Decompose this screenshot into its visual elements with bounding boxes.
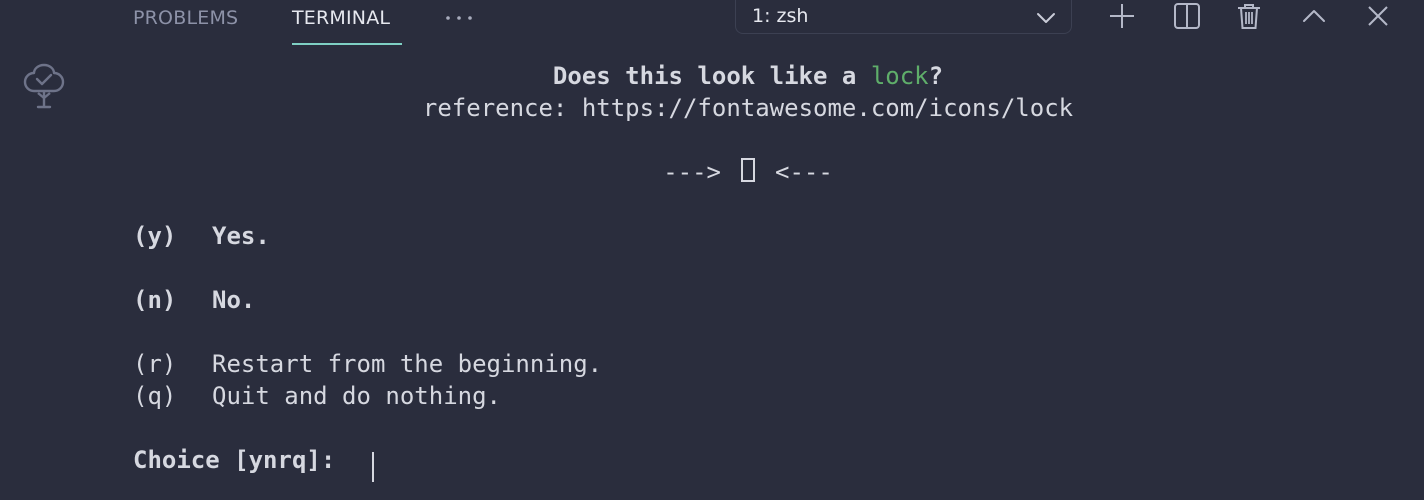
option-key: (n) [133, 286, 177, 314]
option-label: Restart from the beginning. [212, 350, 603, 378]
question-prefix: Does this look like a [552, 62, 871, 90]
trash-icon[interactable] [1234, 1, 1264, 31]
option-key: (r) [133, 350, 177, 378]
option-yes: (y) Yes. [133, 222, 270, 250]
active-tab-indicator [292, 43, 402, 45]
option-key: (q) [133, 382, 177, 410]
choice-prompt[interactable]: Choice [ynrq]: [133, 446, 350, 474]
chevron-down-icon [1035, 8, 1057, 28]
terminal-selector-dropdown[interactable]: 1: zsh [735, 0, 1072, 34]
option-label: Quit and do nothing. [212, 382, 501, 410]
question-suffix: ? [928, 62, 944, 90]
tab-problems[interactable]: PROBLEMS [133, 7, 238, 29]
chevron-up-icon[interactable] [1299, 1, 1329, 31]
option-key: (y) [133, 222, 177, 250]
more-actions-icon[interactable] [443, 0, 475, 32]
terminal-cursor [372, 452, 374, 482]
option-label: Yes. [212, 222, 270, 250]
arrow-right: <--- [775, 158, 833, 186]
option-restart: (r) Restart from the beginning. [133, 350, 602, 378]
plus-icon[interactable] [1107, 1, 1137, 31]
question-line: Does this look like a lock? [0, 62, 1424, 90]
split-icon[interactable] [1172, 1, 1202, 31]
terminal-selector-value: 1: zsh [752, 5, 809, 27]
close-icon[interactable] [1363, 1, 1393, 31]
lock-glyph-placeholder-icon [741, 158, 755, 182]
question-keyword: lock [870, 62, 929, 90]
glyph-preview-line: ---> <--- [0, 158, 1424, 186]
option-no: (n) No. [133, 286, 255, 314]
arrow-left: ---> [663, 158, 721, 186]
option-label: No. [212, 286, 256, 314]
tab-terminal[interactable]: TERMINAL [292, 7, 390, 29]
option-quit: (q) Quit and do nothing. [133, 382, 501, 410]
reference-line: reference: https://fontawesome.com/icons… [422, 94, 1074, 122]
